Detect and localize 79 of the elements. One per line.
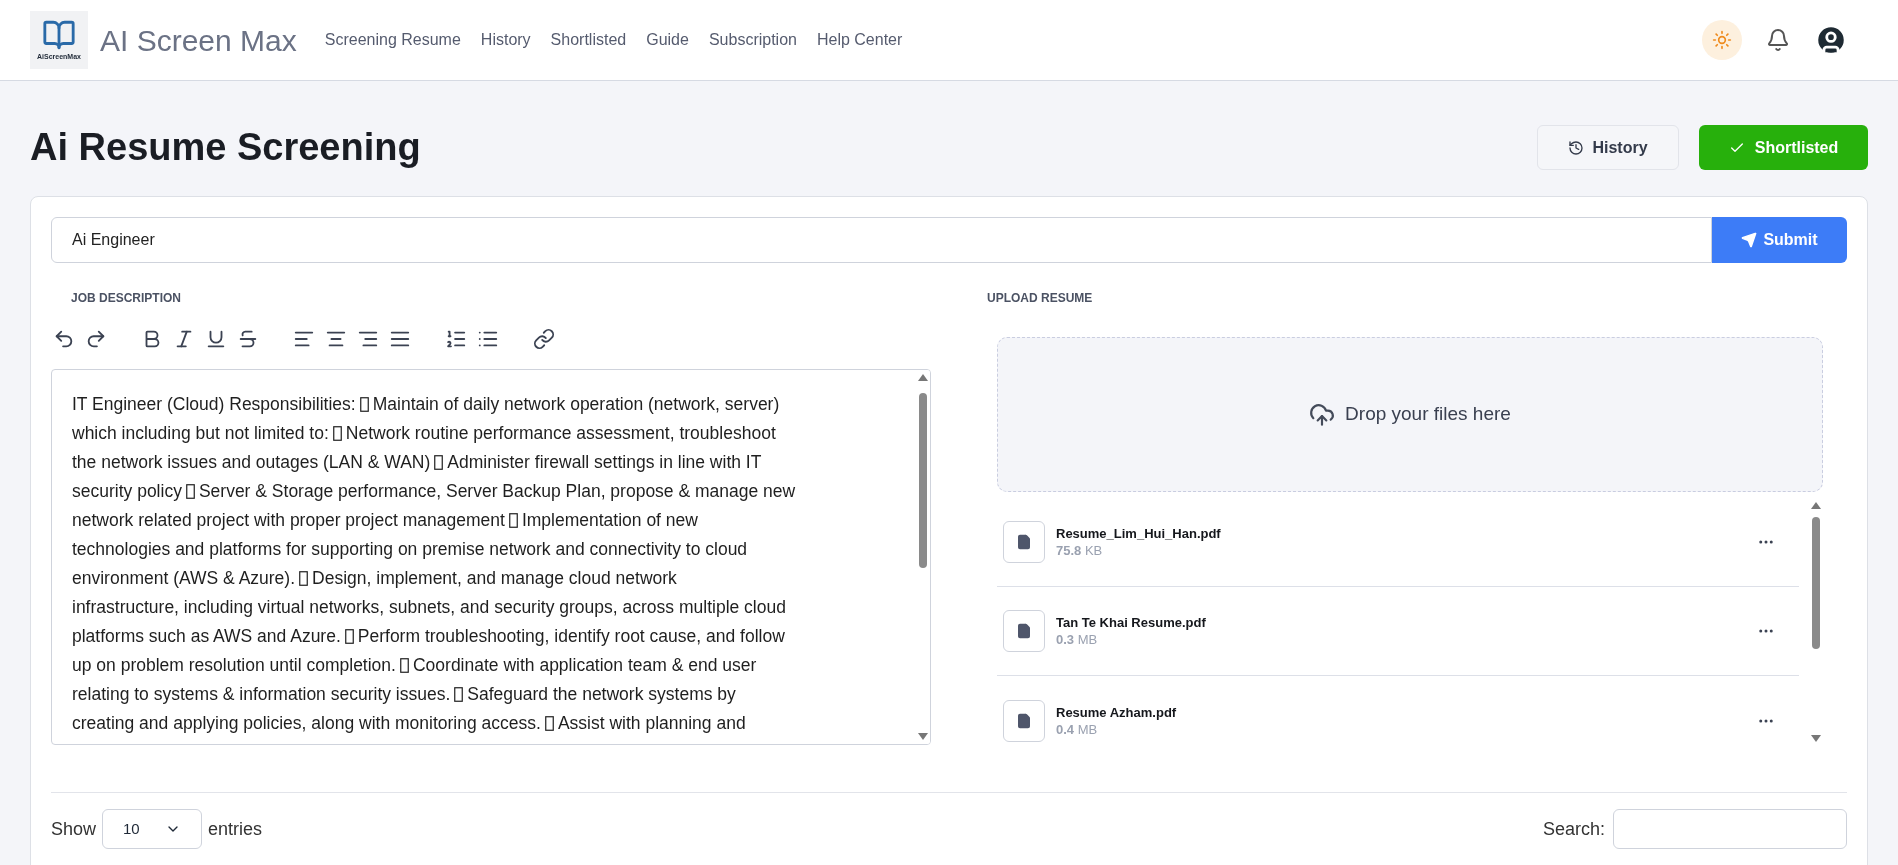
scroll-up-arrow-icon[interactable] <box>1811 502 1821 509</box>
section-label: UPLOAD RESUME <box>987 290 1094 307</box>
scroll-up-arrow-icon[interactable] <box>918 374 928 381</box>
show-label: Show <box>51 817 97 841</box>
description-text: relating to systems & information security issues. <box>72 683 451 706</box>
description-text: Implementation of new <box>521 509 698 532</box>
sun-icon <box>1712 30 1732 50</box>
link-icon[interactable] <box>533 328 555 350</box>
missing-glyph-box-icon <box>299 571 309 586</box>
missing-glyph-box-icon <box>508 513 518 528</box>
description-text: Design, implement, and manage cloud network <box>312 567 677 590</box>
missing-glyph-box-icon <box>544 716 554 731</box>
document-icon <box>1016 534 1032 550</box>
nav-link[interactable]: Shortlisted <box>550 28 627 52</box>
description-text: Coordinate with application team & end user <box>412 654 757 677</box>
description-text: the network issues and outages (LAN & WAN) <box>72 451 431 474</box>
strikethrough-icon[interactable] <box>237 328 259 350</box>
missing-glyph-box-icon <box>434 455 444 470</box>
section-label: JOB DESCRIPTION <box>71 290 182 307</box>
scroll-down-arrow-icon[interactable] <box>918 733 928 740</box>
description-text: security policy <box>72 480 182 503</box>
history-icon <box>1568 139 1585 156</box>
file-size: 0.4 MB <box>1056 720 1099 738</box>
nav-link[interactable]: Help Center <box>816 28 903 52</box>
description-text: environment (AWS & Azure). <box>72 567 296 590</box>
nav-link[interactable]: Guide <box>646 28 689 52</box>
description-text: Server & Storage performance, Server Backup Plan, propose & manage new <box>198 480 796 503</box>
page-size-select[interactable]: 10 <box>102 809 203 849</box>
entries-label: entries <box>208 817 263 841</box>
description-text: which including but not limited to: <box>72 422 329 445</box>
file-name: Resume_Lim_Hui_Han.pdf <box>1056 525 1221 542</box>
search-field[interactable] <box>1613 809 1847 849</box>
redo-icon[interactable] <box>85 328 107 350</box>
nav-link[interactable]: History <box>480 28 531 52</box>
missing-glyph-box-icon <box>344 629 354 644</box>
send-icon <box>1741 232 1758 248</box>
file-drop-zone[interactable]: Drop your files here <box>997 337 1823 492</box>
description-text: Maintain of daily network operation (network, server) <box>372 393 780 416</box>
document-icon <box>1016 623 1032 639</box>
page-title: Ai Resume Screening <box>30 125 421 170</box>
file-name: Resume Azham.pdf <box>1056 703 1177 721</box>
description-text: Safeguard the network systems by <box>467 683 736 706</box>
description-text: infrastructure, including virtual networks, subnets, and security groups, across multiple cloud <box>72 596 786 619</box>
drop-zone-text: Drop your files here <box>1345 402 1511 427</box>
missing-glyph-box-icon <box>359 397 369 412</box>
file-name: Tan Te Khai Resume.pdf <box>1056 614 1206 631</box>
description-text: creating and applying policies, along with monitoring access. <box>72 712 541 735</box>
description-text: up on problem resolution until completion. <box>72 654 396 677</box>
document-icon <box>1016 712 1032 729</box>
file-size: 0.3 MB <box>1056 631 1099 648</box>
job-title-field[interactable]: Ai Engineer <box>51 217 1712 263</box>
notification-icon[interactable] <box>1766 28 1790 52</box>
undo-icon[interactable] <box>53 328 75 350</box>
file-size: 75.8 KB <box>1056 542 1104 559</box>
missing-glyph-box-icon <box>332 426 342 441</box>
description-text: Administer firewall settings in line with IT <box>447 451 762 474</box>
upload-cloud-icon <box>1309 401 1336 428</box>
scroll-down-arrow-icon[interactable] <box>1811 735 1821 742</box>
nav-link[interactable]: Subscription <box>708 28 797 52</box>
description-text: IT Engineer (Cloud) Responsibilities: <box>72 393 356 416</box>
submit-button[interactable]: Submit <box>1712 217 1847 263</box>
search-label: Search: <box>1542 817 1605 841</box>
scrollbar[interactable] <box>916 370 930 744</box>
description-text: network related project with proper project management <box>72 509 505 532</box>
brand-name[interactable]: AI Screen Max <box>100 17 297 63</box>
history-button[interactable]: History <box>1537 125 1679 170</box>
numbered-list-icon[interactable] <box>445 328 467 350</box>
missing-glyph-box-icon <box>454 687 464 702</box>
description-text: platforms such as AWS and Azure. <box>72 625 341 648</box>
description-text: Network routine performance assessment, troubleshoot <box>345 422 776 445</box>
underline-icon[interactable] <box>205 328 227 350</box>
description-text: Assist with planning and <box>557 712 746 735</box>
theme-toggle-button[interactable] <box>1702 20 1742 60</box>
description-text: technologies and platforms for supporting on premise network and connectivity to cloud <box>72 538 748 561</box>
missing-glyph-box-icon <box>185 484 195 499</box>
nav-link[interactable]: Screening Resume <box>324 28 461 52</box>
description-editor[interactable] <box>51 369 931 745</box>
description-text: Perform troubleshooting, identify root cause, and follow <box>357 625 785 648</box>
missing-glyph-box-icon <box>399 658 409 673</box>
